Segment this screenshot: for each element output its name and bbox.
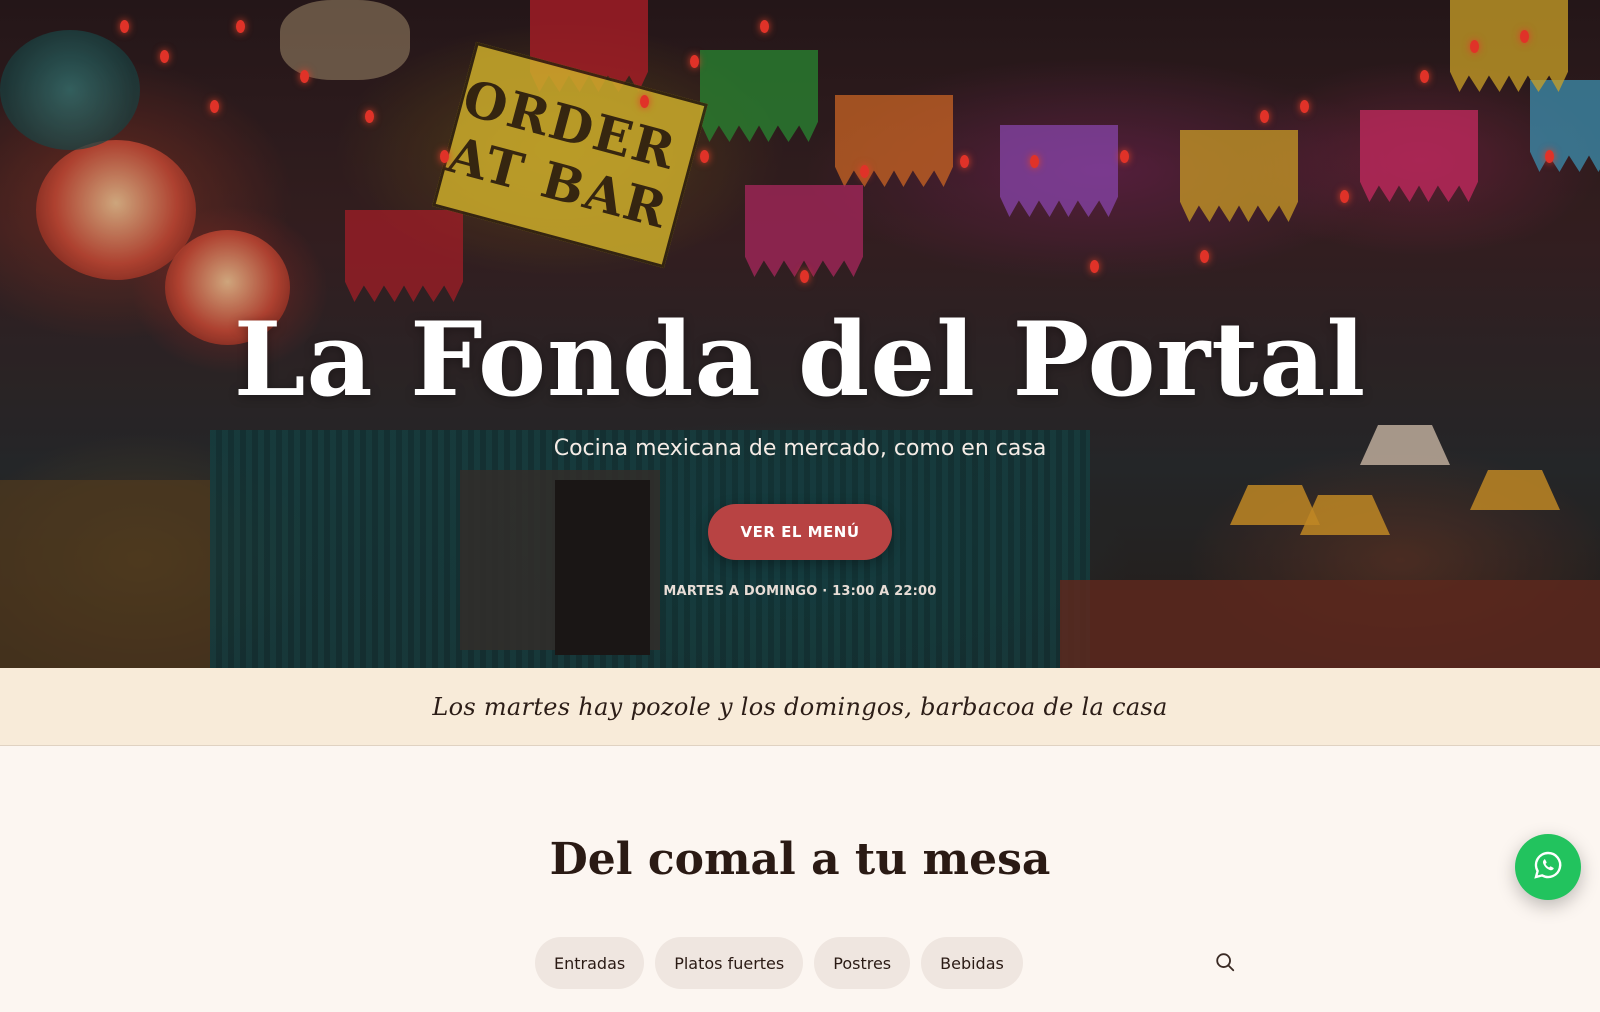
restaurant-title: La Fonda del Portal	[233, 300, 1367, 420]
whatsapp-chat-button[interactable]	[1515, 834, 1581, 900]
view-menu-button[interactable]: VER EL MENÚ	[708, 504, 892, 560]
tab-postres[interactable]: Postres	[814, 937, 911, 989]
menu-search-button[interactable]	[1209, 947, 1241, 979]
specials-banner: Los martes hay pozole y los domingos, ba…	[0, 668, 1600, 746]
whatsapp-icon	[1532, 849, 1564, 886]
search-icon	[1214, 951, 1236, 976]
opening-hours: MARTES A DOMINGO · 13:00 A 22:00	[663, 584, 937, 599]
tab-bebidas[interactable]: Bebidas	[921, 937, 1023, 989]
tab-entradas[interactable]: Entradas	[535, 937, 645, 989]
tab-platos-fuertes[interactable]: Platos fuertes	[655, 937, 804, 989]
restaurant-tagline: Cocina mexicana de mercado, como en casa	[553, 436, 1047, 461]
menu-section-title: Del comal a tu mesa	[549, 834, 1051, 885]
specials-banner-text: Los martes hay pozole y los domingos, ba…	[432, 692, 1168, 721]
menu-category-tabs: Entradas Platos fuertes Postres Bebidas	[535, 937, 1023, 989]
hero-section: ORDER AT BAR La Fonda del Portal Cocina …	[0, 0, 1600, 668]
